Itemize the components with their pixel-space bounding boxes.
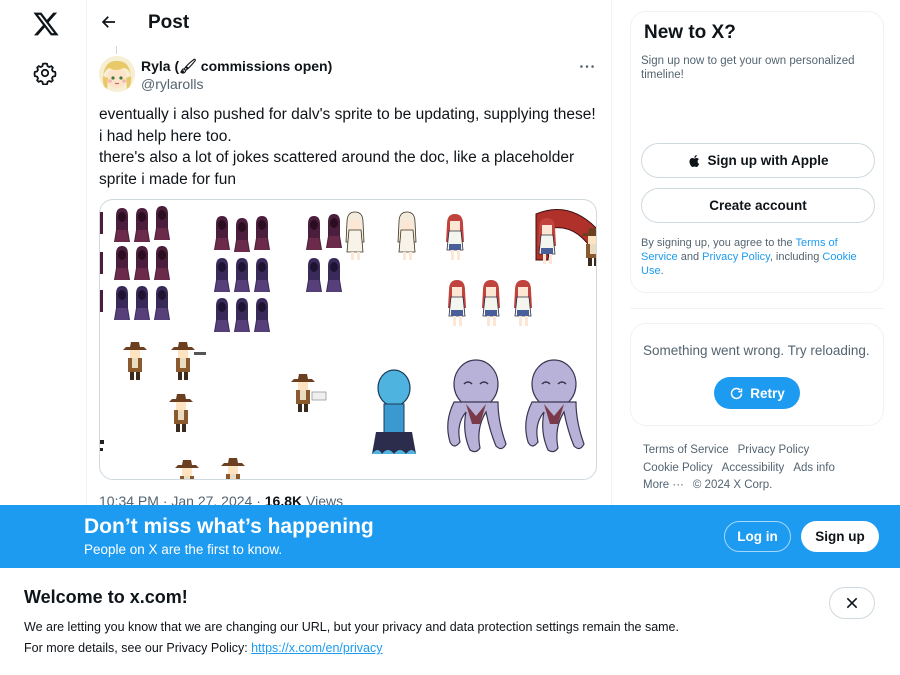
page-title: Post — [148, 12, 190, 33]
avatar[interactable] — [99, 56, 135, 92]
sign-up-apple-label: Sign up with Apple — [707, 153, 829, 168]
retry-label: Retry — [750, 385, 785, 401]
post-text: eventually i also pushed for dalv's spri… — [99, 104, 604, 190]
signup-legal-text: By signing up, you agree to the Terms of… — [641, 236, 877, 278]
footer-terms-link[interactable]: Terms of Service — [643, 444, 729, 456]
post-text-line: eventually i also pushed for dalv's spri… — [99, 106, 596, 123]
url-change-notice: Welcome to x.com! We are letting you kno… — [0, 568, 900, 675]
legal-and: and — [677, 251, 703, 263]
signup-card-subtitle: Sign up now to get your own personalized… — [641, 55, 855, 81]
banner-title: Don’t miss what’s happening — [84, 515, 374, 538]
sign-up-button[interactable]: Sign up — [801, 521, 879, 552]
footer-privacy-link[interactable]: Privacy Policy — [738, 444, 810, 456]
error-message: Something went wrong. Try reloading. — [643, 343, 870, 358]
divider — [611, 0, 612, 510]
close-notice-button[interactable] — [829, 587, 875, 619]
retry-button[interactable]: Retry — [714, 377, 800, 409]
privacy-policy-link[interactable]: https://x.com/en/privacy — [251, 641, 382, 655]
footer-cookie-link[interactable]: Cookie Policy — [643, 462, 713, 474]
post-text-line: sprite i made for fun — [99, 170, 236, 188]
thread-line — [116, 46, 117, 54]
create-account-button[interactable]: Create account — [641, 188, 875, 223]
error-card: Something went wrong. Try reloading. Ret… — [630, 323, 884, 426]
notice-line: For more details, see our Privacy Policy… — [24, 641, 382, 655]
footer-ads-link[interactable]: Ads info — [793, 462, 835, 474]
log-in-button[interactable]: Log in — [724, 521, 791, 552]
more-dots-icon[interactable] — [577, 57, 597, 75]
post-text-line: i had help here too. — [99, 127, 232, 145]
banner-subtitle: People on X are the first to know. — [84, 542, 283, 557]
post-column: Post Ryla (🖌 commissions open) @rylaroll… — [87, 0, 611, 510]
arrow-left-icon — [101, 16, 115, 28]
footer-links: Terms of Service Privacy Policy Cookie Po… — [643, 442, 883, 495]
notice-title: Welcome to x.com! — [24, 587, 188, 607]
privacy-link[interactable]: Privacy Policy — [702, 251, 770, 263]
sprite-sheet-image — [100, 206, 596, 479]
create-account-label: Create account — [709, 198, 807, 213]
author-name[interactable]: Ryla (🖌 commissions open) — [141, 58, 332, 75]
signup-banner: Don’t miss what’s happening People on X … — [0, 505, 900, 568]
retry-icon — [731, 387, 743, 399]
divider — [630, 308, 884, 309]
close-icon — [846, 597, 858, 609]
gear-icon[interactable] — [33, 61, 57, 86]
legal-prefix: By signing up, you agree to the — [641, 237, 796, 249]
sign-up-apple-button[interactable]: Sign up with Apple — [641, 143, 875, 178]
notice-line: We are letting you know that we are chan… — [24, 620, 679, 634]
notice-line-prefix: For more details, see our Privacy Policy… — [24, 641, 252, 655]
legal-including: , including — [769, 251, 823, 263]
x-logo-icon[interactable] — [32, 10, 60, 38]
post-text-line: there's also a lot of jokes scattered ar… — [99, 149, 575, 166]
footer-more-link[interactable]: More ··· — [643, 479, 684, 491]
signup-card: New to X? Sign up now to get your own pe… — [630, 11, 884, 293]
signup-card-title: New to X? — [644, 22, 736, 43]
post-image[interactable] — [99, 199, 597, 480]
footer-copyright: © 2024 X Corp. — [692, 479, 773, 491]
legal-end: . — [660, 265, 664, 277]
footer-accessibility-link[interactable]: Accessibility — [722, 462, 785, 474]
apple-icon — [688, 154, 699, 167]
author-handle[interactable]: @rylarolls — [141, 76, 203, 92]
post-header: Post — [87, 0, 611, 46]
back-button[interactable] — [95, 8, 123, 36]
